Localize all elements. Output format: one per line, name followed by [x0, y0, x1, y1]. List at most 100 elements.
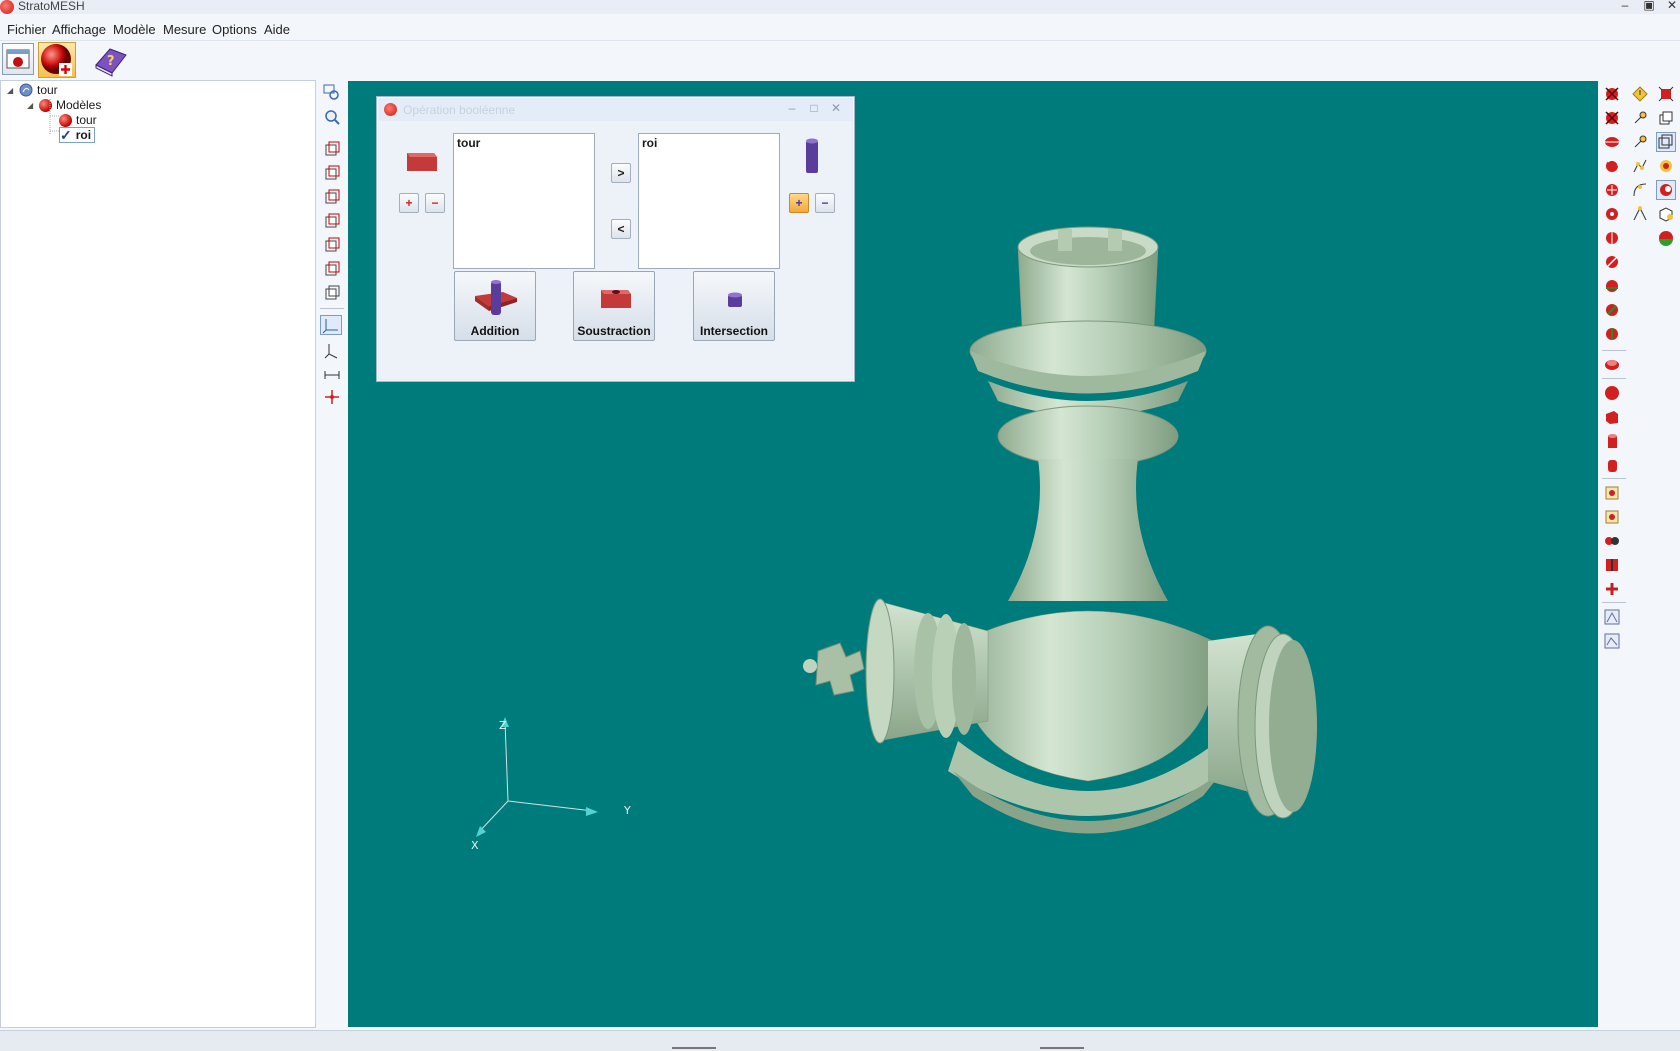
close-icon[interactable]: ✕: [1664, 0, 1680, 12]
split-icon[interactable]: [1604, 557, 1620, 573]
export-model-icon[interactable]: [1604, 509, 1620, 525]
view-iso-icon[interactable]: [323, 284, 341, 302]
move-left-button[interactable]: <: [611, 219, 631, 239]
explode-icon[interactable]: [1658, 86, 1674, 102]
add-tool-button[interactable]: +: [789, 193, 809, 213]
color-sphere-icon[interactable]: [1658, 230, 1674, 246]
box-view-icon[interactable]: [1658, 206, 1674, 222]
zoom-fit-icon[interactable]: [323, 108, 341, 126]
path-tool-icon[interactable]: [1632, 158, 1648, 174]
intersection-label: Intersection: [699, 324, 768, 338]
cone-primitive-icon[interactable]: [1604, 457, 1620, 473]
cylinder-primitive-icon[interactable]: [1604, 433, 1620, 449]
dialog-title: Opération booléenne: [403, 103, 516, 117]
dialog-titlebar[interactable]: Opération booléenne – □ ✕: [377, 97, 854, 121]
measure-chart-icon[interactable]: [1604, 609, 1620, 625]
warning-icon[interactable]: [1632, 86, 1648, 102]
deselect-icon[interactable]: [1604, 110, 1620, 126]
menu-modele[interactable]: Modèle: [113, 22, 156, 37]
select-all-icon[interactable]: [1604, 86, 1620, 102]
dialog-body: + − tour > < roi + − Addition Soustracti…: [379, 121, 852, 379]
analysis-chart-icon[interactable]: [1604, 633, 1620, 649]
svg-text:?: ?: [107, 54, 115, 69]
add-base-button[interactable]: +: [399, 193, 419, 213]
model-tree-panel: ◢ tour ◢ Modèles tour ✓ roi: [0, 80, 316, 1028]
app-logo-icon: [0, 0, 14, 14]
addition-button[interactable]: Addition: [454, 271, 536, 341]
move-right-button[interactable]: >: [611, 163, 631, 183]
view-toolbar: [318, 80, 346, 1028]
no-entry-icon[interactable]: [1604, 254, 1620, 270]
menu-aide[interactable]: Aide: [264, 22, 290, 37]
tree-lines: [49, 99, 59, 135]
rotate-model-icon[interactable]: [1604, 158, 1620, 174]
subtraction-label: Soustraction: [577, 324, 651, 338]
duplicate-icon[interactable]: [1604, 533, 1620, 549]
boolean-operation-dialog: Opération booléenne – □ ✕ + − tour > < r…: [376, 96, 855, 382]
import-model-icon[interactable]: [1604, 485, 1620, 501]
minimize-icon[interactable]: –: [1617, 0, 1633, 12]
view-bottom-icon[interactable]: [323, 260, 341, 278]
status-bar: [0, 1030, 1680, 1051]
shaded-icon[interactable]: [1658, 158, 1674, 174]
menu-bar: Fichier Affichage Modèle Mesure Options …: [0, 18, 1680, 41]
main-toolbar: ?: [0, 41, 1680, 79]
scale-model-icon[interactable]: [1604, 206, 1620, 222]
base-objects-list[interactable]: tour: [453, 133, 595, 269]
view-left-icon[interactable]: [323, 188, 341, 206]
addition-label: Addition: [470, 324, 520, 338]
view-right-icon[interactable]: [323, 212, 341, 230]
sphere-primitive-icon[interactable]: [1604, 385, 1620, 401]
add-model-button[interactable]: [38, 42, 76, 78]
help-button[interactable]: ?: [92, 43, 128, 77]
move-model-icon[interactable]: [1604, 182, 1620, 198]
copy-view-icon[interactable]: [1658, 110, 1674, 126]
menu-fichier[interactable]: Fichier: [7, 22, 46, 37]
subtraction-icon: [601, 290, 631, 308]
status-separator: [672, 1047, 716, 1049]
polygon-tool-icon[interactable]: [1632, 206, 1648, 222]
menu-affichage[interactable]: Affichage: [52, 22, 106, 37]
window-titlebar: StratoMESH – ▣ ✕: [0, 0, 1680, 14]
view-back-icon[interactable]: [323, 164, 341, 182]
section-plane-icon[interactable]: [323, 388, 341, 406]
axes-orientation-icon[interactable]: [323, 342, 341, 360]
dialog-maximize-icon[interactable]: □: [807, 101, 821, 115]
dialog-minimize-icon[interactable]: –: [785, 101, 799, 115]
maximize-icon[interactable]: ▣: [1641, 0, 1657, 12]
status-separator: [1040, 1047, 1084, 1049]
menu-options[interactable]: Options: [212, 22, 257, 37]
view-front-icon[interactable]: [323, 140, 341, 158]
render-toggle-button[interactable]: [1656, 180, 1676, 200]
slice-icon[interactable]: [1604, 134, 1620, 150]
edge-tool-icon[interactable]: [1632, 134, 1648, 150]
repair-icon[interactable]: [1604, 278, 1620, 294]
tool-objects-list[interactable]: roi: [638, 133, 780, 269]
wireframe-toggle-button[interactable]: [1656, 132, 1676, 152]
subtraction-button[interactable]: Soustraction: [573, 271, 655, 341]
dialog-close-icon[interactable]: ✕: [829, 101, 843, 115]
remove-tool-button[interactable]: −: [815, 193, 835, 213]
intersection-button[interactable]: Intersection: [693, 271, 775, 341]
menu-mesure[interactable]: Mesure: [163, 22, 206, 37]
smooth-icon[interactable]: [1604, 326, 1620, 342]
list-item[interactable]: tour: [457, 136, 591, 150]
mirror-model-icon[interactable]: [1604, 230, 1620, 246]
axes-toggle-button[interactable]: [320, 315, 342, 335]
render-icon: [1660, 184, 1672, 196]
cube-primitive-icon[interactable]: [1604, 409, 1620, 425]
shell-icon[interactable]: [1604, 356, 1620, 372]
align-icon[interactable]: [1604, 581, 1620, 597]
open-model-button[interactable]: [2, 43, 34, 75]
curve-tool-icon[interactable]: [1632, 182, 1648, 198]
point-tool-icon[interactable]: [1632, 110, 1648, 126]
zoom-window-icon[interactable]: [323, 84, 341, 102]
fill-holes-icon[interactable]: [1604, 302, 1620, 318]
view-top-icon[interactable]: [323, 236, 341, 254]
list-item[interactable]: roi: [642, 136, 776, 150]
tool-object-icon: [806, 138, 818, 173]
window-title: StratoMESH: [18, 0, 85, 13]
axis-x-label: X: [471, 839, 479, 852]
remove-base-button[interactable]: −: [425, 193, 445, 213]
measure-distance-icon[interactable]: [323, 365, 341, 383]
